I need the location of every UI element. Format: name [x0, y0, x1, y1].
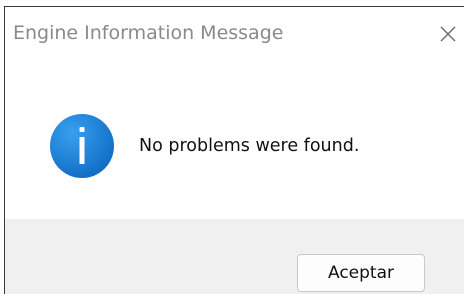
dialog-footer: Aceptar: [5, 219, 464, 294]
title-bar[interactable]: Engine Information Message: [5, 7, 464, 63]
info-icon: [50, 114, 114, 178]
message-dialog: Engine Information Message No problems w…: [4, 6, 464, 294]
dialog-content: No problems were found.: [5, 63, 464, 219]
screen: Engine Information Message No problems w…: [0, 0, 464, 294]
message-text: No problems were found.: [139, 136, 360, 156]
close-button[interactable]: [435, 17, 463, 49]
dialog-title: Engine Information Message: [13, 22, 284, 44]
close-icon: [440, 26, 456, 42]
ok-button[interactable]: Aceptar: [297, 254, 425, 292]
